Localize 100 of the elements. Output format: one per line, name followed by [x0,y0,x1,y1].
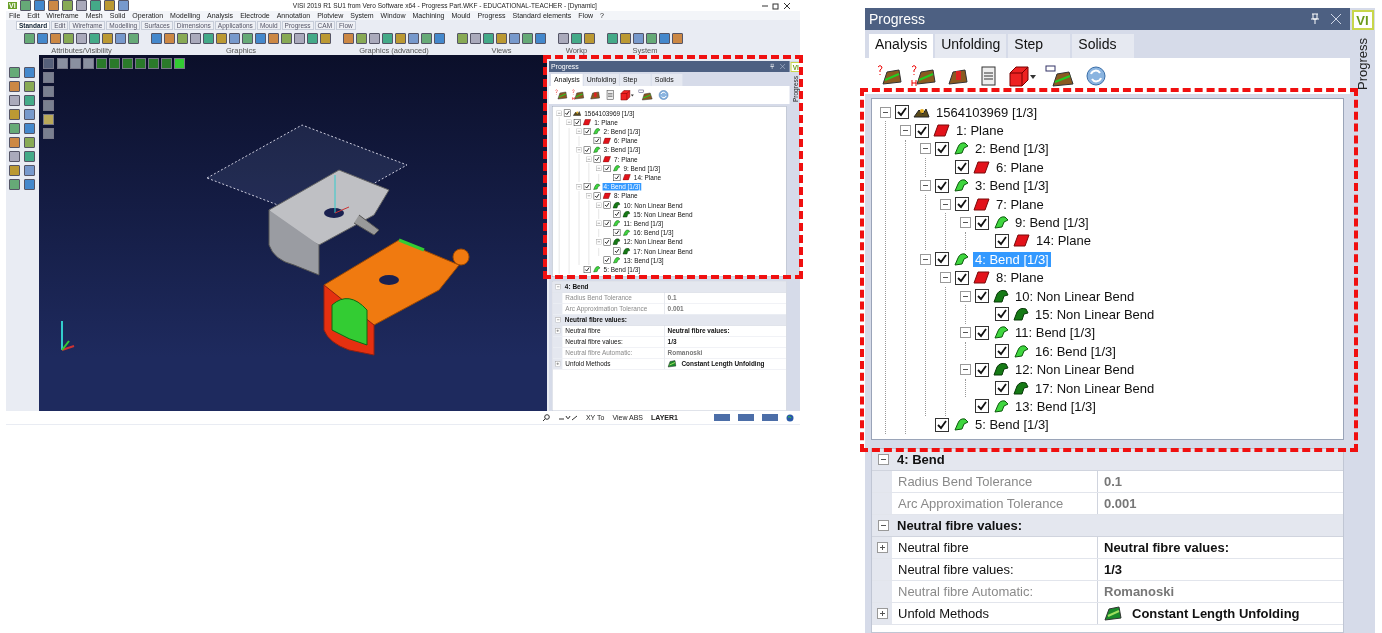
checkbox[interactable] [975,289,989,304]
tree-item[interactable]: 5: Bend [1/3] [973,417,1051,433]
collapse-icon[interactable] [880,106,891,118]
checkbox[interactable] [895,105,909,120]
checkbox[interactable] [955,270,969,285]
checkbox[interactable] [583,183,591,191]
checkbox[interactable] [593,192,601,200]
tree-item[interactable]: 10: Non Linear Bend [1013,288,1137,304]
checkbox[interactable] [603,256,611,264]
checkbox[interactable] [955,197,969,212]
panel-tab[interactable]: Analysis [869,34,934,58]
checkbox[interactable] [935,252,949,267]
expand-icon[interactable] [876,542,888,553]
collapse-icon[interactable] [960,327,971,339]
checkbox[interactable] [935,178,949,193]
toolbar-icon[interactable] [76,33,87,44]
view-icon[interactable] [69,58,81,69]
checkbox[interactable] [583,146,591,154]
tree-item[interactable]: 15: Non Linear Bend [1033,307,1157,322]
toolbar-icon[interactable] [75,0,87,11]
checkbox[interactable] [995,381,1009,396]
tree-item[interactable]: 3: Bend [1/3] [973,178,1051,194]
toolbar-icon[interactable] [33,0,45,11]
sheet-metal-icon[interactable] [638,89,654,101]
tree-item[interactable]: 13: Bend [1/3] [1013,398,1098,414]
checkbox[interactable] [613,173,621,181]
tree-item[interactable]: 17: Non Linear Bend [1033,380,1157,396]
side-tab[interactable]: Progress [1355,38,1370,91]
checkbox[interactable] [603,219,611,227]
panel-tab[interactable]: Solids [1072,34,1135,58]
checkbox[interactable] [593,155,601,163]
checkbox[interactable] [955,160,969,175]
expand-icon[interactable] [876,608,888,619]
checkbox[interactable] [995,233,1009,248]
collapse-icon[interactable] [960,217,971,229]
checkbox[interactable] [915,123,929,138]
refresh-icon[interactable] [1083,64,1109,88]
tree-item[interactable]: 11: Bend [1/3] [1013,325,1097,341]
panel-tab[interactable]: Step [1008,34,1071,58]
toolbar-icon[interactable] [47,0,59,11]
checkbox[interactable] [583,265,591,273]
checkbox[interactable] [995,344,1009,359]
toolbar-icon[interactable] [369,33,380,44]
toolbar-icon[interactable] [61,0,73,11]
checkbox[interactable] [975,362,989,377]
checkbox[interactable] [935,141,949,156]
checkbox[interactable] [975,325,989,340]
document-icon[interactable] [979,64,999,88]
toolbar-icon[interactable] [9,95,20,106]
view-icon[interactable] [56,58,68,69]
restore-icon[interactable] [772,1,780,10]
collapse-icon[interactable] [920,143,931,155]
checkbox[interactable] [995,307,1009,322]
view-icon[interactable] [82,58,94,69]
toolbar-icon[interactable] [294,33,305,44]
panel-tab[interactable]: Unfolding [935,34,1007,58]
toolbar-icon[interactable] [19,0,31,11]
checkbox[interactable] [603,201,611,209]
tree-item[interactable]: 7: Plane [994,196,1046,212]
collapse-icon[interactable] [940,198,951,210]
view-icon[interactable] [42,58,54,69]
document-icon[interactable] [605,89,616,101]
checkbox[interactable] [564,109,572,117]
collapse-icon[interactable] [878,520,889,531]
checkbox[interactable] [593,137,601,145]
checkbox[interactable] [613,247,621,255]
collapse-icon[interactable] [960,364,971,376]
toolbar-icon[interactable] [89,0,101,11]
checkbox[interactable] [613,210,621,218]
close-icon[interactable] [783,1,791,10]
checkbox[interactable] [574,118,581,126]
toolbar-icon[interactable] [9,151,20,162]
checkbox[interactable] [935,417,949,432]
collapse-icon[interactable] [960,290,971,302]
pin-icon[interactable] [1310,13,1320,25]
tree-item[interactable]: 14: Plane [1034,233,1093,249]
sheet-metal-icon[interactable] [911,64,937,88]
sheet-metal-icon[interactable] [1045,64,1075,88]
snap-icon[interactable] [557,413,578,422]
toolbar-icon[interactable] [558,33,569,44]
tree-item[interactable]: 1564103969 [1/3] [934,104,1040,120]
collapse-icon[interactable] [940,272,951,284]
tree-item[interactable]: 1: Plane [954,123,1006,139]
toolbar-icon[interactable] [470,33,481,44]
tree-item[interactable]: 2: Bend [1/3] [973,141,1051,157]
tree-item[interactable]: 12: Non Linear Bend [1013,362,1137,378]
tree-item[interactable]: 9: Bend [1/3] [1013,215,1091,231]
collapse-icon[interactable] [920,180,931,192]
toolbar-icon[interactable] [117,0,129,11]
collapse-icon[interactable] [900,125,911,137]
checkbox[interactable] [975,215,989,230]
checkbox[interactable] [603,238,611,246]
collapse-icon[interactable] [878,454,889,465]
checkbox[interactable] [603,164,611,172]
checkbox[interactable] [613,229,621,237]
tree-item[interactable]: 6: Plane [994,159,1046,175]
collapse-icon[interactable] [920,253,931,265]
toolbar-icon[interactable] [103,0,115,11]
checkbox[interactable] [975,399,989,414]
tree-item[interactable]: 8: Plane [994,270,1046,286]
